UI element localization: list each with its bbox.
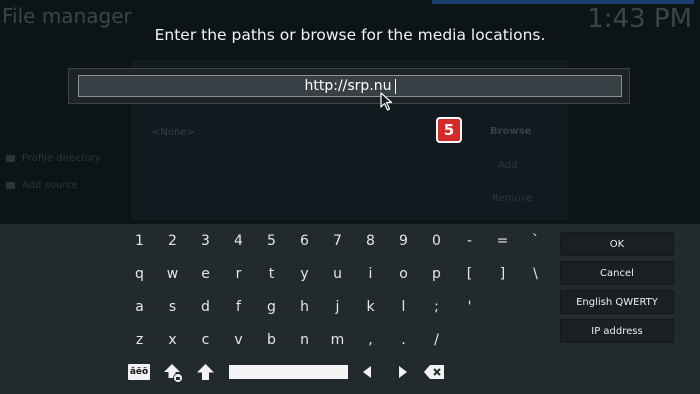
- keyboard-key[interactable]: x: [156, 327, 189, 353]
- arrow-right-icon[interactable]: [397, 365, 409, 379]
- keyboard-key[interactable]: ]: [486, 261, 519, 287]
- shift-lock-icon[interactable]: [162, 362, 184, 384]
- keyboard-key[interactable]: e: [189, 261, 222, 287]
- step-badge: 5: [436, 117, 462, 143]
- keyboard-key[interactable]: ': [453, 294, 486, 320]
- keyboard-key[interactable]: 1: [123, 228, 156, 254]
- sidebar-item-label: Profile directory: [22, 153, 102, 164]
- backspace-icon[interactable]: [423, 364, 445, 380]
- keyboard-key[interactable]: g: [255, 294, 288, 320]
- keyboard-key[interactable]: r: [222, 261, 255, 287]
- text-caret: [394, 78, 396, 94]
- path-input-box: http://srp.nu: [68, 68, 630, 104]
- keyboard-key[interactable]: p: [420, 261, 453, 287]
- ok-button[interactable]: OK: [560, 232, 674, 256]
- keyboard-key[interactable]: 0: [420, 228, 453, 254]
- keyboard-key[interactable]: b: [255, 327, 288, 353]
- remove-button: Remove: [492, 193, 533, 204]
- add-button: Add: [498, 160, 518, 171]
- keyboard-key[interactable]: i: [354, 261, 387, 287]
- keyboard-key[interactable]: /: [420, 327, 453, 353]
- keyboard-layout-button[interactable]: English QWERTY: [560, 290, 674, 314]
- keyboard-key[interactable]: n: [288, 327, 321, 353]
- ip-address-button[interactable]: IP address: [560, 319, 674, 343]
- folder-icon: [6, 155, 15, 162]
- accented-symbols-icon[interactable]: âëö: [128, 364, 150, 380]
- keyboard-key[interactable]: t: [255, 261, 288, 287]
- keyboard-key[interactable]: u: [321, 261, 354, 287]
- shift-arrow-icon[interactable]: [196, 363, 215, 381]
- symbols-key-label: âëö: [129, 367, 149, 377]
- keyboard-key[interactable]: `: [519, 228, 552, 254]
- keyboard-key[interactable]: l: [387, 294, 420, 320]
- keyboard-key[interactable]: v: [222, 327, 255, 353]
- sidebar-item-profile: Profile directory: [6, 153, 101, 164]
- keyboard-key[interactable]: j: [321, 294, 354, 320]
- keyboard-key[interactable]: a: [123, 294, 156, 320]
- keyboard-key[interactable]: =: [486, 228, 519, 254]
- keyboard-key[interactable]: 8: [354, 228, 387, 254]
- keyboard-key[interactable]: ,: [354, 327, 387, 353]
- source-list-empty: <None>: [152, 127, 195, 138]
- keyboard-key[interactable]: 9: [387, 228, 420, 254]
- keyboard-key[interactable]: o: [387, 261, 420, 287]
- keyboard-key[interactable]: k: [354, 294, 387, 320]
- keyboard-key[interactable]: \: [519, 261, 552, 287]
- keyboard-key[interactable]: 3: [189, 228, 222, 254]
- folder-icon: [6, 182, 15, 189]
- keyboard-key[interactable]: w: [156, 261, 189, 287]
- keyboard-key[interactable]: .: [387, 327, 420, 353]
- browse-button: Browse: [490, 126, 532, 137]
- window-title: File manager: [2, 4, 132, 28]
- arrow-left-icon[interactable]: [361, 365, 373, 379]
- sidebar-item-add-source: Add source: [6, 180, 78, 191]
- keyboard-key[interactable]: y: [288, 261, 321, 287]
- keyboard-key[interactable]: m: [321, 327, 354, 353]
- keyboard-key[interactable]: d: [189, 294, 222, 320]
- mouse-pointer-icon: [380, 92, 393, 111]
- keyboard-key[interactable]: ;: [420, 294, 453, 320]
- keyboard-key[interactable]: f: [222, 294, 255, 320]
- keyboard-key[interactable]: 5: [255, 228, 288, 254]
- keyboard-key[interactable]: h: [288, 294, 321, 320]
- dialog-heading: Enter the paths or browse for the media …: [154, 26, 546, 44]
- cancel-button[interactable]: Cancel: [560, 261, 674, 285]
- keyboard-key[interactable]: 6: [288, 228, 321, 254]
- keyboard-key[interactable]: c: [189, 327, 222, 353]
- sidebar-item-label: Add source: [22, 180, 78, 191]
- space-bar[interactable]: [229, 365, 348, 379]
- keyboard-key[interactable]: 4: [222, 228, 255, 254]
- keyboard-key[interactable]: [: [453, 261, 486, 287]
- keyboard-key[interactable]: z: [123, 327, 156, 353]
- keyboard-key[interactable]: 2: [156, 228, 189, 254]
- keyboard-key[interactable]: s: [156, 294, 189, 320]
- keyboard-key[interactable]: 7: [321, 228, 354, 254]
- path-input-value: http://srp.nu: [304, 78, 392, 94]
- keyboard-key[interactable]: -: [453, 228, 486, 254]
- keyboard-key[interactable]: q: [123, 261, 156, 287]
- path-input[interactable]: http://srp.nu: [78, 75, 622, 97]
